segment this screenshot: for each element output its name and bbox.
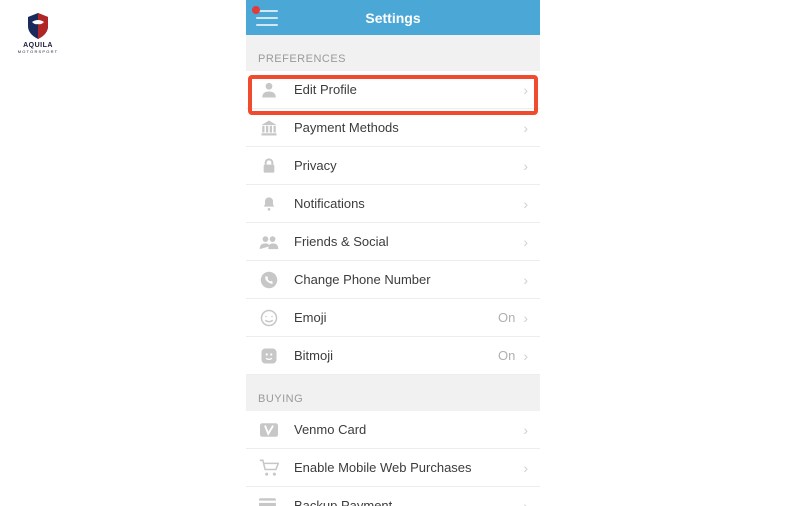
row-label: Friends & Social (294, 234, 523, 249)
row-friends-social[interactable]: Friends & Social › (246, 223, 540, 261)
row-label: Notifications (294, 196, 523, 211)
eagle-shield-icon (26, 12, 50, 40)
brand-sub: MOTORSPORT (14, 49, 62, 54)
chevron-right-icon: › (523, 460, 528, 476)
bank-icon (258, 117, 280, 139)
bell-icon (258, 193, 280, 215)
row-label: Backup Payment (294, 498, 523, 506)
buying-list: Venmo Card › Enable Mobile Web Purchases… (246, 411, 540, 506)
row-emoji[interactable]: Emoji On › (246, 299, 540, 337)
row-label: Edit Profile (294, 82, 523, 97)
app-header: Settings (246, 0, 540, 35)
chevron-right-icon: › (523, 158, 528, 174)
section-header-preferences: PREFERENCES (246, 35, 540, 71)
chevron-right-icon: › (523, 234, 528, 250)
row-backup-payment[interactable]: Backup Payment › (246, 487, 540, 506)
row-label: Bitmoji (294, 348, 498, 363)
row-privacy[interactable]: Privacy › (246, 147, 540, 185)
brand-name: AQUILA (14, 42, 62, 49)
people-icon (258, 231, 280, 253)
section-header-buying: BUYING (246, 375, 540, 411)
chevron-right-icon: › (523, 498, 528, 506)
row-bitmoji[interactable]: Bitmoji On › (246, 337, 540, 375)
row-change-phone[interactable]: Change Phone Number › (246, 261, 540, 299)
row-label: Change Phone Number (294, 272, 523, 287)
chevron-right-icon: › (523, 272, 528, 288)
cart-icon (258, 457, 280, 479)
v-card-icon (258, 419, 280, 441)
row-value: On (498, 310, 515, 325)
row-payment-methods[interactable]: Payment Methods › (246, 109, 540, 147)
emoji-icon (258, 307, 280, 329)
row-edit-profile[interactable]: Edit Profile › (246, 71, 540, 109)
row-notifications[interactable]: Notifications › (246, 185, 540, 223)
backup-icon (258, 495, 280, 506)
row-label: Payment Methods (294, 120, 523, 135)
chevron-right-icon: › (523, 196, 528, 212)
row-venmo-card[interactable]: Venmo Card › (246, 411, 540, 449)
preferences-list: Edit Profile › Payment Methods › Privacy… (246, 71, 540, 375)
row-label: Privacy (294, 158, 523, 173)
chevron-right-icon: › (523, 82, 528, 98)
row-label: Emoji (294, 310, 498, 325)
lock-icon (258, 155, 280, 177)
phone-icon (258, 269, 280, 291)
row-label: Enable Mobile Web Purchases (294, 460, 523, 475)
settings-screen: Settings PREFERENCES Edit Profile › Paym… (246, 0, 540, 506)
row-value: On (498, 348, 515, 363)
chevron-right-icon: › (523, 310, 528, 326)
page-title: Settings (365, 10, 420, 26)
person-icon (258, 79, 280, 101)
brand-logo: AQUILA MOTORSPORT (14, 12, 62, 54)
menu-button[interactable] (256, 10, 278, 26)
row-enable-mobile-web[interactable]: Enable Mobile Web Purchases › (246, 449, 540, 487)
bitmoji-icon (258, 345, 280, 367)
chevron-right-icon: › (523, 422, 528, 438)
row-label: Venmo Card (294, 422, 523, 437)
chevron-right-icon: › (523, 348, 528, 364)
notification-dot-icon (252, 6, 260, 14)
chevron-right-icon: › (523, 120, 528, 136)
